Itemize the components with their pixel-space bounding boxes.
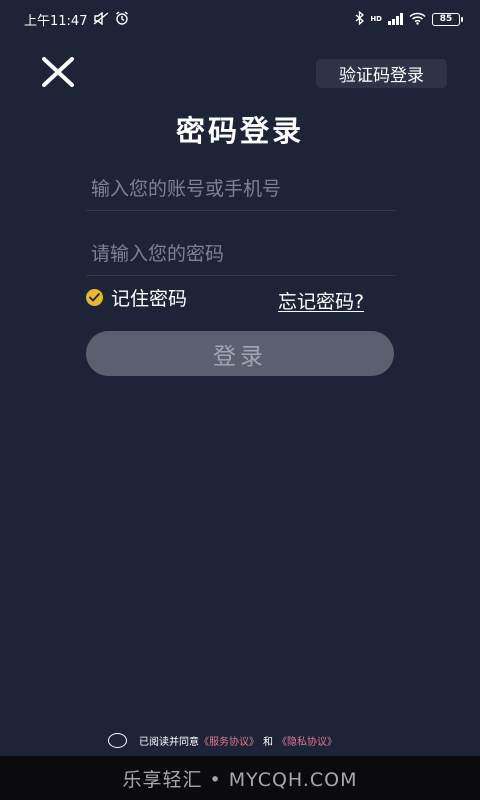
bluetooth-icon [355,10,365,27]
close-icon [40,57,76,91]
password-field-container [86,232,396,276]
login-screen: 上午11:47 HD 85 验证码登录 密码登录 输入您的账号或手机号 记住密码… [0,0,480,800]
close-button[interactable] [38,56,78,92]
login-button[interactable]: 登录 [86,331,394,376]
navigation-bar: 乐享轻汇 • MYCQH.COM [0,756,480,800]
privacy-agreement-link[interactable]: 《隐私协议》 [277,733,337,748]
wifi-icon [409,12,426,27]
status-left: 上午11:47 [24,10,129,29]
agreement-prefix: 已阅读并同意 [139,736,199,748]
battery-icon: 85 [432,12,463,26]
account-field-container [86,167,396,211]
account-input[interactable] [86,167,396,210]
password-input[interactable] [86,232,396,275]
page-title: 密码登录 [175,114,304,148]
agreement-row: 已阅读并同意 《服务协议》 和 《隐私协议》 [108,731,337,749]
forgot-password-link[interactable]: 忘记密码? [278,287,364,314]
watermark: 乐享轻汇 • MYCQH.COM [122,768,358,791]
agreement-radio[interactable] [108,732,127,748]
status-bar: 上午11:47 HD 85 [0,0,480,38]
status-time: 上午11:47 [24,13,88,29]
remember-password-checkbox[interactable]: 记住密码 [86,284,187,310]
remember-password-label: 记住密码 [111,287,188,310]
agreement-and: 和 [263,736,273,748]
check-icon [86,288,103,306]
mute-icon [93,11,109,27]
network-type-label: HD [370,14,382,23]
code-login-button[interactable]: 验证码登录 [316,59,447,88]
alarm-icon [115,11,129,27]
status-right: HD 85 [355,10,463,27]
service-agreement-link[interactable]: 《服务协议》 [199,733,259,748]
signal-icon [388,13,403,25]
